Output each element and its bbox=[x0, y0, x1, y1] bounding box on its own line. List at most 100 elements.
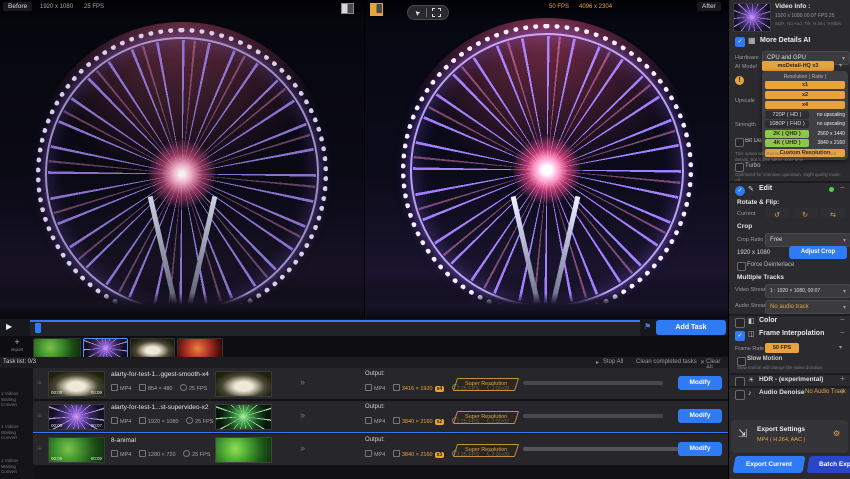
collapse-icon[interactable]: − bbox=[840, 316, 845, 324]
out-format: MP4 bbox=[374, 419, 386, 425]
compare-single-view-icon[interactable] bbox=[341, 3, 354, 14]
rotate-left-button[interactable]: ↺ bbox=[765, 208, 789, 219]
preview-before-image bbox=[0, 0, 364, 319]
task-output-thumbnail[interactable] bbox=[215, 371, 272, 397]
audio-stream-label: Audio Stream bbox=[735, 303, 769, 309]
color-checkbox[interactable] bbox=[735, 318, 745, 328]
video-stream-value: 1 : 1920 × 1080, 00:07 bbox=[770, 288, 821, 294]
preview-tools-pill: ➤ bbox=[407, 5, 449, 20]
resolution-icon bbox=[392, 450, 400, 457]
resolution-icon bbox=[392, 417, 400, 424]
expand-icon[interactable]: + bbox=[840, 388, 845, 396]
compare-split-view-icon[interactable] bbox=[370, 3, 383, 14]
add-task-button[interactable]: Add Task bbox=[656, 320, 726, 335]
edit-checkbox[interactable]: ✓ bbox=[735, 186, 745, 196]
in-format: MP4 bbox=[120, 452, 132, 458]
frame-interpolation-checkbox[interactable]: ✓ bbox=[735, 331, 745, 341]
drag-handle-icon[interactable]: ≡ bbox=[37, 412, 42, 420]
chevron-down-icon[interactable]: ▾ bbox=[839, 62, 842, 69]
scale-x1-option[interactable]: x1 bbox=[765, 81, 845, 89]
task-output-thumbnail[interactable] bbox=[215, 404, 272, 430]
batch-export-button[interactable]: Batch Export bbox=[806, 456, 850, 473]
export-settings-card[interactable]: ⇲ Export Settings MP4 ( H.264, AAC ) ⚙ bbox=[731, 420, 848, 453]
clean-completed-link[interactable]: Clean completed tasks bbox=[636, 359, 697, 365]
current-label: Current bbox=[737, 211, 756, 217]
output-label: Output: bbox=[365, 404, 385, 410]
audio-denoise-checkbox[interactable] bbox=[735, 390, 745, 400]
scale-x4-option[interactable]: x4 bbox=[765, 101, 845, 109]
task-input-thumbnail[interactable]: 00:00 00:09 bbox=[48, 437, 105, 463]
playhead[interactable] bbox=[35, 323, 41, 333]
drag-handle-icon[interactable]: ≡ bbox=[37, 445, 42, 453]
task-input-info: MP4 1280 × 720 25 FPS bbox=[105, 450, 210, 458]
adjust-crop-button[interactable]: Adjust Crop bbox=[789, 246, 847, 259]
before-resolution: 1920 x 1080 bbox=[40, 4, 74, 10]
thumb-time-start: 00:00 bbox=[51, 456, 63, 461]
option-720p-value: no upscaling bbox=[816, 111, 845, 118]
video-stream-select[interactable]: 1 : 1920 × 1080, 00:07 ▾ bbox=[765, 284, 850, 298]
after-resolution: 4096 x 2304 bbox=[579, 4, 613, 10]
crop-ratio-select[interactable]: Free ▾ bbox=[765, 233, 850, 247]
media-thumb-red-animal[interactable] bbox=[177, 338, 223, 359]
rotate-right-button[interactable]: ↻ bbox=[793, 208, 817, 219]
modify-button[interactable]: Modify bbox=[678, 442, 722, 456]
option-1080p[interactable]: 1080P ( FHD ) bbox=[765, 120, 809, 128]
bit-depth-checkbox[interactable] bbox=[735, 138, 744, 147]
modify-button[interactable]: Modify bbox=[678, 376, 722, 390]
task-input-thumbnail[interactable]: 00:00 00:07 bbox=[48, 404, 105, 430]
play-button[interactable]: ▶ bbox=[6, 323, 12, 331]
audio-stream-select[interactable]: No audio track ▾ bbox=[765, 300, 850, 314]
active-view-underline bbox=[370, 14, 383, 16]
in-fps: 25 FPS bbox=[192, 452, 211, 458]
scale-badge: x4 bbox=[434, 386, 445, 392]
trash-icon: ✕ bbox=[700, 360, 706, 366]
waiting-caption: 1 Videos Waiting Convert bbox=[1, 391, 19, 407]
crop-title: Crop bbox=[737, 223, 753, 230]
ai-model-select[interactable]: moDetail-HQ x3 bbox=[762, 61, 834, 71]
option-4k-value: 3840 x 2160 bbox=[817, 140, 845, 146]
chevron-down-icon: ▾ bbox=[841, 55, 845, 62]
turbo-checkbox[interactable] bbox=[735, 163, 744, 172]
task-row-selected[interactable]: ≡ 00:00 00:07 alarty-for-test-1...st-sup… bbox=[33, 401, 728, 433]
warning-icon: ! bbox=[735, 76, 744, 85]
media-thumb-ferris-wheel[interactable] bbox=[83, 338, 128, 359]
option-4k[interactable]: 4K ( UHD ) bbox=[765, 139, 809, 147]
media-thumb-owl[interactable] bbox=[130, 338, 175, 359]
preview-after-image bbox=[365, 0, 728, 319]
video-stream-label: Video Stream bbox=[735, 287, 769, 293]
expand-icon[interactable]: + bbox=[840, 375, 845, 383]
format-icon bbox=[365, 417, 372, 424]
out-res: 3416 × 1920 bbox=[401, 386, 433, 392]
task-input-thumbnail[interactable]: 00:00 00:09 bbox=[48, 371, 105, 397]
collapse-icon[interactable]: − bbox=[840, 184, 845, 192]
export-current-button[interactable]: Export Current bbox=[732, 456, 806, 473]
hdr-icon: ☀ bbox=[748, 377, 755, 384]
cursor-tool-icon[interactable]: ➤ bbox=[413, 8, 422, 17]
sliders-icon[interactable]: ⚙ bbox=[833, 430, 840, 438]
bit-depth-description: This option will improve the video quali… bbox=[735, 151, 837, 162]
flip-button[interactable]: ⇆ bbox=[821, 208, 845, 219]
collapse-icon[interactable]: − bbox=[840, 329, 845, 337]
fit-screen-icon[interactable] bbox=[431, 8, 441, 17]
scale-x2-option[interactable]: x2 bbox=[765, 91, 845, 99]
option-720p[interactable]: 720P ( HD ) bbox=[765, 110, 809, 119]
option-2k-value: 2560 x 1440 bbox=[817, 130, 845, 137]
crop-ratio-label: Crop Ratio bbox=[737, 237, 764, 243]
task-output-thumbnail[interactable] bbox=[215, 437, 272, 463]
preview-divider bbox=[364, 0, 365, 319]
option-2k[interactable]: 2K ( QHD ) bbox=[765, 129, 809, 138]
modify-button[interactable]: Modify bbox=[678, 409, 722, 423]
stop-all-link[interactable]: Stop All bbox=[603, 359, 623, 365]
import-button[interactable]: + import bbox=[6, 337, 28, 356]
force-deinterlace-checkbox[interactable] bbox=[737, 262, 746, 271]
seek-bar[interactable] bbox=[30, 320, 640, 336]
frame-rate-select[interactable]: 50 FPS bbox=[765, 343, 799, 353]
bookmark-icon[interactable]: ⚑ bbox=[644, 323, 651, 331]
chevron-down-icon[interactable]: ▾ bbox=[839, 344, 842, 351]
drag-handle-icon[interactable]: ≡ bbox=[37, 379, 42, 387]
more-details-checkbox[interactable]: ✓ bbox=[735, 37, 745, 47]
media-thumb-parrot[interactable] bbox=[33, 338, 81, 359]
task-row[interactable]: ≡ 00:00 00:09 8-animal MP4 1280 × 720 25… bbox=[33, 434, 728, 465]
task-row[interactable]: ≡ 00:00 00:09 alarty-for-test-1...ggest-… bbox=[33, 368, 728, 399]
video-info-thumbnail[interactable] bbox=[733, 3, 771, 32]
